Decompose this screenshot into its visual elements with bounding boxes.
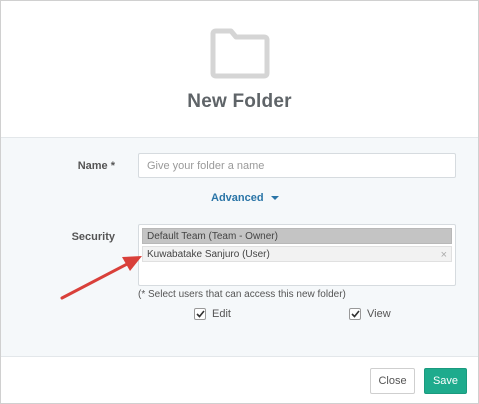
security-hint: (* Select users that can access this new… [138, 289, 346, 300]
edit-permission-label: Edit [212, 308, 231, 320]
security-tag-label: Kuwabatake Sanjuro (User) [147, 249, 270, 260]
save-button[interactable]: Save [424, 368, 467, 394]
close-button[interactable]: Close [370, 368, 415, 394]
caret-down-icon [270, 196, 279, 200]
view-permission-checkbox[interactable]: View [349, 308, 391, 320]
new-folder-dialog: New Folder Name * Advanced Security Defa… [0, 0, 479, 404]
advanced-label: Advanced [211, 192, 264, 204]
security-tag-label: Default Team (Team - Owner) [147, 231, 278, 242]
security-tag-team-owner[interactable]: Default Team (Team - Owner) [142, 228, 452, 244]
folder-name-input[interactable] [138, 153, 456, 178]
advanced-toggle[interactable]: Advanced [211, 192, 279, 204]
edit-permission-checkbox[interactable]: Edit [194, 308, 231, 320]
view-permission-label: View [367, 308, 391, 320]
security-tag-user[interactable]: Kuwabatake Sanjuro (User) × [142, 246, 452, 262]
checkbox-checked-icon[interactable] [349, 308, 361, 320]
security-multiselect[interactable]: Default Team (Team - Owner) Kuwabatake S… [138, 224, 456, 286]
name-label: Name * [77, 160, 115, 172]
folder-icon [210, 28, 270, 79]
security-label: Security [71, 231, 115, 243]
dialog-header: New Folder [1, 1, 478, 138]
remove-tag-icon[interactable]: × [441, 247, 447, 263]
dialog-title: New Folder [187, 91, 292, 112]
checkbox-checked-icon[interactable] [194, 308, 206, 320]
